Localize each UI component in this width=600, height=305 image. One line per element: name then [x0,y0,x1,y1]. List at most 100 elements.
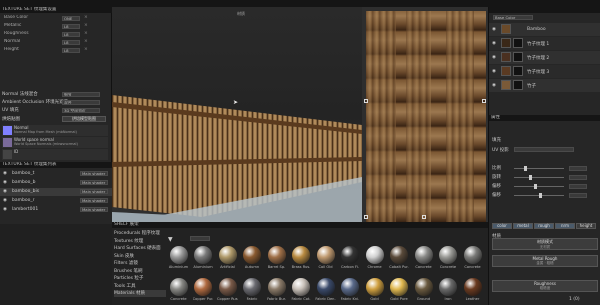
viewport-3d[interactable]: 材质 ➤ [112,7,362,222]
eye-icon[interactable]: ◉ [3,198,7,203]
channel-format-select[interactable]: L8 [62,40,80,45]
shader-select[interactable]: Main shader [80,171,108,176]
material-thumbnail[interactable] [243,278,261,296]
eye-icon[interactable]: ◉ [3,180,7,185]
handle-bottom-left[interactable] [364,215,368,219]
slider-handle[interactable] [529,175,532,180]
eye-icon[interactable]: ◉ [492,83,496,88]
channel-format-select[interactable]: L8 [62,24,80,29]
channel-toggle[interactable]: color [492,223,512,229]
material-thumbnail[interactable] [194,278,212,296]
eye-icon[interactable]: ◉ [492,55,496,60]
material-thumbnail[interactable] [316,278,335,296]
mesh-map-item[interactable]: World space normal World Space Normals (m… [2,137,108,148]
mesh-map-item[interactable]: ID [2,149,108,160]
shelf-category[interactable]: Skin 皮肤 [114,253,166,260]
slider-value-field[interactable] [569,166,587,171]
shelf-category[interactable]: Materials 材质 [114,290,166,297]
slider-value-field[interactable] [569,193,587,198]
material-thumbnail[interactable] [414,246,433,264]
material-thumbnail[interactable] [218,246,237,264]
viewport-2d[interactable]: 材质 [362,7,488,222]
texture-set-row[interactable]: ◉ bamboo_t Main shader [0,170,112,178]
normal-select[interactable]: 细节 [62,92,100,97]
filter-icon[interactable]: ▼ [168,236,173,243]
shelf-category[interactable]: Tools 工具 [114,283,166,290]
shader-select[interactable]: Main shader [80,189,108,194]
texture-set-row[interactable]: ◉ bamboo_r Main shader [0,197,112,205]
remove-icon[interactable]: × [84,15,88,20]
slider-track[interactable] [514,177,564,178]
shader-select[interactable]: Main shader [80,207,108,212]
layer-row[interactable]: ◉ 竹子 [489,79,600,92]
layer-row[interactable]: ◉ Bamboo [489,23,600,36]
material-thumbnail[interactable] [365,246,384,264]
channel-format-select[interactable]: ONE [62,16,80,21]
material-thumbnail[interactable] [292,246,310,264]
remove-icon[interactable]: × [84,31,88,36]
remove-icon[interactable]: × [84,23,88,28]
layer-row[interactable]: ◉ 竹子纹理 2 [489,51,600,64]
material-thumbnail[interactable] [267,246,286,264]
shelf-category[interactable]: Textures 纹理 [114,238,166,245]
shelf-category[interactable]: Brushes 笔刷 [114,268,166,275]
material-thumbnail[interactable] [243,246,261,264]
material-thumbnail[interactable] [169,278,188,296]
shelf-category[interactable]: Filters 滤镜 [114,260,166,267]
eye-icon[interactable]: ◉ [3,189,7,194]
handle-left[interactable] [364,99,368,103]
shader-select[interactable]: Main shader [80,198,108,203]
slider-track[interactable] [514,186,564,187]
search-input[interactable] [190,236,210,241]
channel-mode-select[interactable]: Base Color [493,15,533,20]
uv-select[interactable]: 3D 空间邻近 [62,108,100,113]
texture-set-row[interactable]: ◉ bamboo_bis Main shader [0,188,112,196]
channel-toggle[interactable]: metal [513,223,533,229]
channel-format-select[interactable]: L8 [62,48,80,53]
eye-icon[interactable]: ◉ [492,69,496,74]
material-thumbnail[interactable] [218,278,237,296]
eye-icon[interactable]: ◉ [492,27,496,32]
handle-right[interactable] [482,99,486,103]
material-thumbnail[interactable] [169,246,188,264]
slider-value-field[interactable] [569,184,587,189]
remove-icon[interactable]: × [84,39,88,44]
channel-toggle[interactable]: rough [534,223,554,229]
slider-value-field[interactable] [569,175,587,180]
slider-track[interactable] [514,168,564,169]
eye-icon[interactable]: ◉ [492,41,496,46]
texture-set-row[interactable]: ◉ bamboo_b Main shader [0,179,112,187]
channel-toggle[interactable]: nrm [555,223,575,229]
channel-toggle[interactable]: height [576,223,596,229]
material-thumbnail[interactable] [390,246,408,264]
material-thumbnail[interactable] [341,246,359,264]
material-mode-button[interactable]: 材质模式 无材质 [492,238,598,250]
shelf-category[interactable]: Procedurals 程序纹理 [114,230,166,237]
mesh-map-item[interactable]: Normal Normal Map from Mesh (mbNormal) [2,125,108,136]
material-thumbnail[interactable] [439,278,457,296]
shelf-category[interactable]: Particles 粒子 [114,275,166,282]
uv-projection-select[interactable] [514,147,574,152]
material-thumbnail[interactable] [341,278,359,296]
shader-select[interactable]: Main shader [80,180,108,185]
ao-select[interactable]: 混合 [62,100,100,105]
roughness-button[interactable]: Roughness 粗糙度 [492,280,598,292]
eye-icon[interactable]: ◉ [3,207,7,212]
material-thumbnail[interactable] [267,278,286,296]
shelf-category[interactable]: Hard Surfaces 硬表面 [114,245,166,252]
layer-row[interactable]: ◉ 竹子纹理 3 [489,65,600,78]
slider-handle[interactable] [524,166,527,171]
bake-mesh-maps-button[interactable]: 烘焙模型贴图 [62,116,106,122]
remove-icon[interactable]: × [84,47,88,52]
material-thumbnail[interactable] [463,278,482,296]
material-thumbnail[interactable] [194,246,212,264]
channel-format-select[interactable]: L8 [62,32,80,37]
handle-bottom[interactable] [422,215,426,219]
slider-handle[interactable] [534,184,537,189]
material-thumbnail[interactable] [439,246,457,264]
material-thumbnail[interactable] [463,246,482,264]
metal-rough-button[interactable]: Metal Rough 金属 · 粗糙 [492,255,598,267]
material-thumbnail[interactable] [414,278,433,296]
texture-set-row[interactable]: ◉ lambert001 Main shader [0,206,112,214]
material-thumbnail[interactable] [365,278,384,296]
